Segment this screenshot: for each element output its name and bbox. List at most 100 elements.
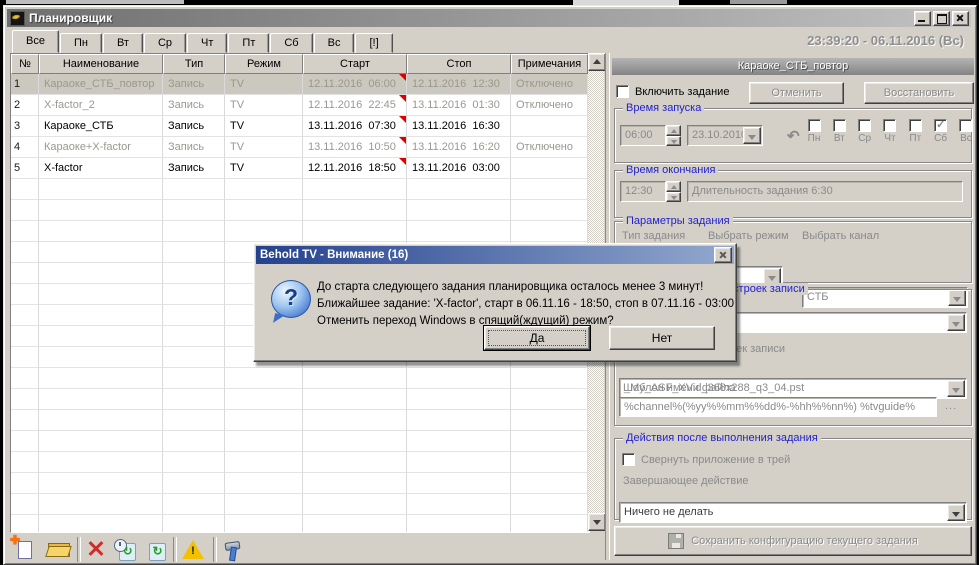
empty-cell [163,473,225,494]
empty-cell [39,431,163,452]
mode-label: Выбрать режим [708,230,789,242]
weekday-Ср: Ср [855,119,875,144]
empty-cell [303,368,407,389]
empty-cell [303,221,407,242]
weekday-checkbox-Пн[interactable] [808,119,821,132]
start-time-spin-icons[interactable] [666,125,681,146]
empty-cell [11,389,39,410]
warnings-icon[interactable]: ! [182,539,204,561]
refresh-recycle-icon[interactable]: ↻ [146,539,166,561]
start-date-combo[interactable]: 23.10.2010 [687,125,763,146]
tab-Чт[interactable]: Чт [187,33,227,53]
new-task-icon[interactable]: ✚ [14,539,36,561]
column-header[interactable]: Наименование [39,54,163,74]
yes-button[interactable]: Да [484,326,590,350]
column-header[interactable]: Старт [303,54,407,74]
final-action-combo[interactable]: Ничего не делать [619,502,967,523]
start-time-spinner[interactable]: 06:00 [620,125,681,146]
empty-cell [163,494,225,515]
close-button[interactable] [952,11,969,26]
empty-cell [303,200,407,221]
cell-type: Запись [163,137,225,158]
no-button[interactable]: Нет [609,326,715,350]
empty-cell [39,200,163,221]
weekday-checkbox-Вс[interactable] [959,119,972,132]
task-params-group-title: Параметры задания [623,215,733,227]
empty-cell [407,473,511,494]
empty-table-row [11,389,589,410]
column-header[interactable]: Режим [225,54,303,74]
empty-cell [163,410,225,431]
tab-Вс[interactable]: Вс [314,33,355,53]
table-row[interactable]: 2X-factor_2ЗаписьTV12.11.2016 22:4513.11… [11,95,589,116]
table-row[interactable]: 1Караоке_СТБ_повторЗаписьTV12.11.2016 06… [11,74,589,95]
end-time-value[interactable]: 12:30 [620,181,666,202]
tab-Ср[interactable]: Ср [144,33,186,53]
tab-Сб[interactable]: Сб [270,33,312,53]
column-header[interactable]: Стоп [407,54,511,74]
save-config-button[interactable]: Сохранить конфигурацию текущего задания [614,526,972,556]
browse-button[interactable]: ... [945,400,957,412]
scroll-down-icon[interactable] [588,513,606,531]
table-row[interactable]: 5X-factorЗаписьTV12.11.2016 18:5013.11.2… [11,158,589,179]
duration-field: Длительность задания 6:30 [687,181,963,202]
table-row[interactable]: 4Караоке+X-factorЗаписьTV13.11.2016 10:5… [11,137,589,158]
empty-cell [163,452,225,473]
cell-mode: TV [225,116,303,137]
chevron-down-icon[interactable] [947,314,965,331]
minimize-button[interactable] [914,11,931,26]
tools-icon[interactable] [222,539,244,561]
tab-bar: ВсеПнВтСрЧтПтСбВс[!] [12,32,394,53]
empty-cell [163,221,225,242]
tab-Вт[interactable]: Вт [103,33,143,53]
end-time-spin-icons[interactable] [666,181,681,202]
tab-Пн[interactable]: Пн [60,33,102,53]
empty-cell [39,389,163,410]
tray-checkbox[interactable] [622,453,635,466]
dialog-close-icon[interactable] [714,247,732,263]
save-icon [668,533,684,549]
column-header[interactable]: Тип [163,54,225,74]
empty-cell [407,221,511,242]
restore-button[interactable]: Восстановить [864,82,974,104]
weekday-checkbox-Вт[interactable] [833,119,846,132]
chevron-down-icon[interactable] [947,504,965,521]
weekday-checkbox-Сб[interactable]: ✓ [934,119,947,132]
dialog-titlebar[interactable]: Behold TV - Внимание (16) [256,246,734,264]
background-artifact [6,0,184,4]
dialog-message: До старта следующего задания планировщик… [317,279,734,330]
filename-template-field[interactable]: %channel%(%yy%%mm%%dd%-%hh%%nn%) %tvguid… [619,397,937,417]
maximize-button[interactable] [933,11,950,26]
column-header[interactable]: № [11,54,39,74]
chevron-down-icon[interactable] [743,127,761,144]
refresh-schedule-icon[interactable]: ↻ [114,539,136,561]
undo-icon[interactable]: ↶ [787,127,800,145]
background-artifact [730,0,787,4]
start-time-value[interactable]: 06:00 [620,125,666,146]
schedule-marker-icon [399,116,406,123]
cell-stop: 13.11.2016 01:30 [407,95,511,116]
scroll-up-icon[interactable] [588,53,606,71]
empty-cell [39,284,163,305]
weekday-checkbox-Чт[interactable] [883,119,896,132]
weekday-checkbox-Ср[interactable] [858,119,871,132]
weekday-checkbox-Пт[interactable] [909,119,922,132]
table-row[interactable]: 3Караоке_СТБЗаписьTV13.11.2016 07:3013.1… [11,116,589,137]
empty-cell [225,200,303,221]
weekday-label: Сб [934,133,947,144]
empty-cell [163,284,225,305]
enable-task-checkbox[interactable] [616,85,629,98]
end-time-spinner[interactable]: 12:30 [620,181,681,202]
tab-Все[interactable]: Все [12,30,59,53]
delete-icon[interactable] [86,539,106,561]
open-icon[interactable] [48,539,70,561]
cancel-button[interactable]: Отменить [749,82,844,104]
empty-table-row [11,452,589,473]
window-titlebar[interactable]: Планировщик [7,9,971,27]
tab-Пт[interactable]: Пт [228,33,269,53]
clock-display: 23:39:20 - 06.11.2016 (Вс) [807,33,964,48]
tab-[!][interactable]: [!] [355,33,392,53]
chevron-down-icon[interactable] [947,380,965,397]
column-header[interactable]: Примечания [511,54,588,74]
empty-cell [39,515,163,533]
